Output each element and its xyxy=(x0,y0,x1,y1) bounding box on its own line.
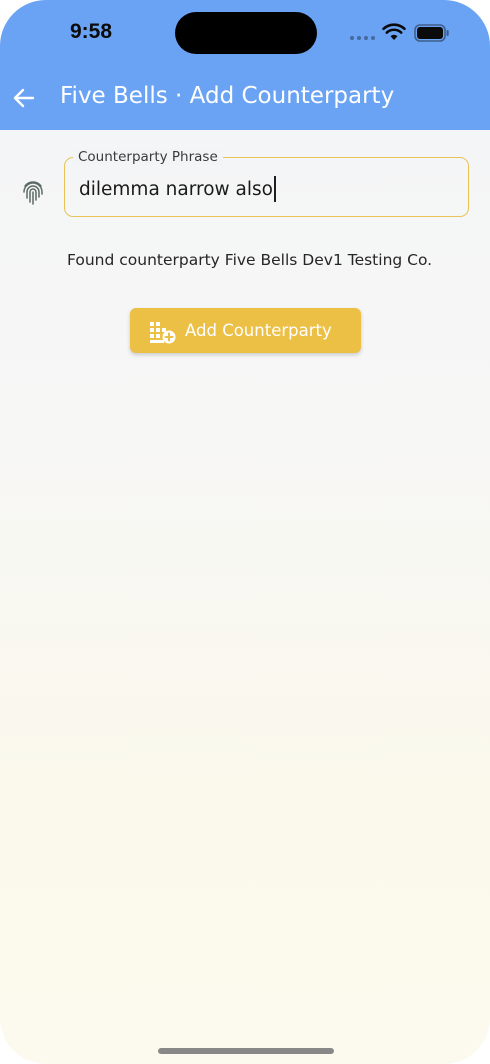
phone-screen: 9:58 Five Bells · Add Counterparty Count… xyxy=(0,0,490,1064)
dynamic-island xyxy=(175,12,317,54)
counterparty-phrase-field[interactable]: Counterparty Phrase dilemma narrow also xyxy=(64,149,469,217)
page-title: Five Bells · Add Counterparty xyxy=(60,83,395,109)
counterparty-phrase-value: dilemma narrow also xyxy=(79,178,273,200)
back-button[interactable] xyxy=(10,84,38,112)
arrow-left-icon xyxy=(13,88,35,108)
counterparty-phrase-input[interactable]: dilemma narrow also xyxy=(79,176,276,202)
cellular-signal-icon xyxy=(350,36,375,40)
status-bar: 9:58 xyxy=(0,0,490,64)
text-caret xyxy=(273,176,276,202)
wifi-icon xyxy=(382,23,406,40)
status-time: 9:58 xyxy=(70,20,113,43)
found-counterparty-message: Found counterparty Five Bells Dev1 Testi… xyxy=(67,251,433,269)
building-add-icon xyxy=(150,322,176,344)
counterparty-phrase-label: Counterparty Phrase xyxy=(73,149,223,165)
add-counterparty-label: Add Counterparty xyxy=(185,321,332,340)
battery-icon xyxy=(414,24,449,42)
home-indicator[interactable] xyxy=(158,1048,334,1054)
app-bar: Five Bells · Add Counterparty xyxy=(0,64,490,130)
fingerprint-icon xyxy=(23,181,43,205)
add-counterparty-button[interactable]: Add Counterparty xyxy=(130,308,361,353)
